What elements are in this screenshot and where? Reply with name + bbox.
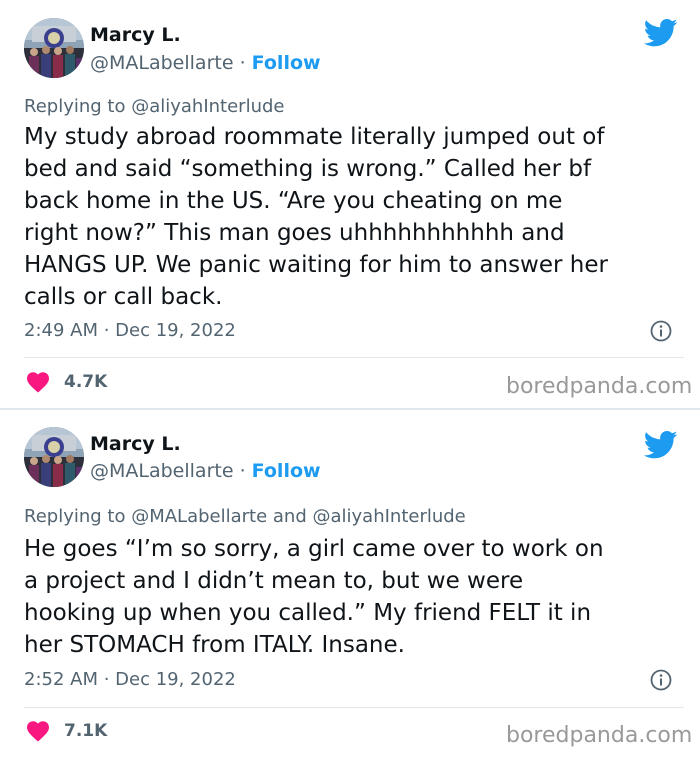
- author-handle[interactable]: @MALabellarte: [90, 52, 234, 74]
- like-count[interactable]: 7.1K: [64, 721, 107, 741]
- replying-to[interactable]: Replying to @aliyahInterlude: [24, 96, 284, 117]
- avatar-photo: [24, 18, 84, 78]
- divider: [24, 707, 684, 708]
- separator-dot: ·: [239, 460, 252, 482]
- like-count[interactable]: 4.7K: [64, 372, 107, 392]
- handle-row: @MALabellarte · Follow: [90, 52, 321, 74]
- tweet-text: He goes “I’m so sorry, a girl came over …: [24, 536, 604, 658]
- tweet-card: Marcy L. @MALabellarte · Follow Replying…: [0, 0, 700, 408]
- info-icon[interactable]: [650, 669, 672, 691]
- tweet-card: Marcy L. @MALabellarte · Follow Replying…: [0, 410, 700, 758]
- avatar[interactable]: [24, 18, 84, 78]
- watermark: boredpanda.com: [506, 374, 693, 399]
- avatar-photo: [24, 427, 84, 487]
- follow-link[interactable]: Follow: [252, 52, 321, 74]
- avatar[interactable]: [24, 427, 84, 487]
- author-handle[interactable]: @MALabellarte: [90, 460, 234, 482]
- handle-row: @MALabellarte · Follow: [90, 460, 321, 482]
- separator-dot: ·: [239, 52, 252, 74]
- heart-icon[interactable]: [26, 371, 50, 393]
- replying-to[interactable]: Replying to @MALabellarte and @aliyahInt…: [24, 506, 466, 527]
- author-name[interactable]: Marcy L.: [90, 24, 181, 46]
- twitter-bird-icon[interactable]: [644, 18, 678, 48]
- follow-link[interactable]: Follow: [252, 460, 321, 482]
- timestamp[interactable]: 2:52 AM · Dec 19, 2022: [24, 669, 236, 690]
- timestamp[interactable]: 2:49 AM · Dec 19, 2022: [24, 320, 236, 341]
- divider: [24, 357, 684, 358]
- heart-icon[interactable]: [26, 720, 50, 742]
- info-icon[interactable]: [650, 320, 672, 342]
- twitter-bird-icon[interactable]: [644, 430, 678, 460]
- author-name[interactable]: Marcy L.: [90, 433, 181, 455]
- tweet-text: My study abroad roommate literally jumpe…: [24, 124, 608, 310]
- watermark: boredpanda.com: [506, 723, 693, 748]
